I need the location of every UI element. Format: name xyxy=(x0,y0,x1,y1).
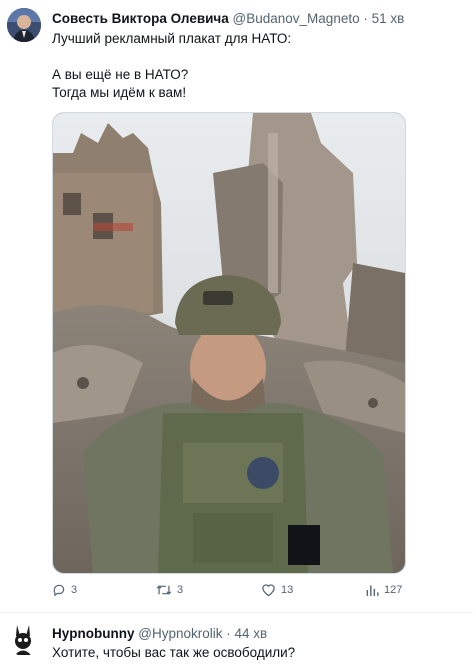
tweet-time[interactable]: 51 хв xyxy=(372,11,405,26)
reply-icon xyxy=(52,583,66,597)
tweet-text: Хотите, чтобы вас так же освободили? xyxy=(52,645,296,660)
views-count: 127 xyxy=(384,584,403,596)
author-handle[interactable]: @Hypnokrolik xyxy=(138,626,222,641)
views-icon xyxy=(365,583,379,597)
author-name[interactable]: Hypnobunny xyxy=(52,626,135,641)
tweet-video[interactable] xyxy=(52,112,406,574)
avatar[interactable] xyxy=(7,8,41,42)
tweet-text-line: Лучший рекламный плакат для НАТО: xyxy=(52,31,292,46)
avatar[interactable] xyxy=(7,622,41,656)
views-button[interactable]: 127 xyxy=(365,583,402,597)
tweet-text-line: Тогда мы идём к вам! xyxy=(52,85,187,100)
author-handle[interactable]: @Budanov_Magneto xyxy=(233,11,360,26)
tweet-actions: 3 3 13 127 xyxy=(52,583,412,601)
reply-button[interactable]: 3 xyxy=(52,583,77,597)
like-icon xyxy=(261,583,276,597)
like-button[interactable]: 13 xyxy=(261,583,293,597)
reply-count: 3 xyxy=(71,584,78,596)
tweet-time[interactable]: 44 хв xyxy=(235,626,268,641)
tweet-header: Hypnobunny @Hypnokrolik · 44 хв xyxy=(52,626,267,641)
separator: · xyxy=(226,626,231,641)
author-name[interactable]: Совесть Виктора Олевича xyxy=(52,11,229,26)
tweet-header: Совесть Виктора Олевича @Budanov_Magneto… xyxy=(52,11,404,26)
like-count: 13 xyxy=(281,584,294,596)
retweet-icon xyxy=(156,583,172,597)
retweet-count: 3 xyxy=(177,584,184,596)
video-frame xyxy=(53,113,405,573)
tweet-1[interactable]: Совесть Виктора Олевича @Budanov_Magneto… xyxy=(0,0,473,613)
separator: · xyxy=(363,11,368,26)
retweet-button[interactable]: 3 xyxy=(156,583,183,597)
tweet-text-line: А вы ещё не в НАТО? xyxy=(52,67,189,82)
